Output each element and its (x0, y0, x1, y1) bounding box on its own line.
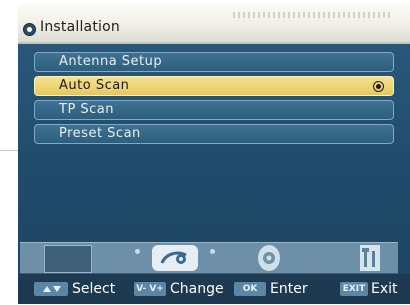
menu-item-antenna-setup[interactable]: Antenna Setup (34, 52, 394, 72)
title-bar: Installation (18, 4, 410, 44)
updown-arrows-graphic (43, 286, 61, 292)
menu-title: Installation (40, 19, 120, 35)
title-decoration (233, 12, 393, 18)
dot-separator (135, 249, 140, 254)
exit-key: EXIT (340, 282, 368, 296)
category-icon-bar (20, 242, 398, 274)
enter-hint: Enter (270, 281, 308, 297)
button-hint-footer: Select V- V+ Change OK Enter EXIT Exit (18, 274, 410, 304)
tools-icon[interactable] (360, 245, 380, 271)
select-updown-icon (34, 282, 68, 296)
menu-item-label: Antenna Setup (59, 54, 163, 69)
menu-item-label: Preset Scan (59, 126, 141, 141)
menu-list: Antenna Setup Auto Scan TP Scan Preset S… (34, 52, 394, 148)
exit-hint: Exit (371, 281, 398, 297)
tv-icon[interactable] (44, 245, 92, 273)
gear-graphic (263, 252, 275, 264)
selected-radio-icon (373, 81, 384, 92)
tools-graphic (362, 248, 375, 267)
menu-item-label: TP Scan (59, 102, 115, 117)
menu-item-label: Auto Scan (59, 78, 130, 93)
satellite-icon[interactable] (152, 245, 198, 271)
ok-key: OK (234, 282, 266, 296)
satellite-graphic (160, 251, 187, 264)
select-hint: Select (72, 281, 116, 297)
change-hint: Change (170, 281, 224, 297)
gear-icon[interactable] (258, 245, 280, 271)
menu-item-auto-scan[interactable]: Auto Scan (34, 76, 394, 96)
menu-item-preset-scan[interactable]: Preset Scan (34, 124, 394, 144)
menu-item-tp-scan[interactable]: TP Scan (34, 100, 394, 120)
volume-change-key: V- V+ (134, 282, 166, 296)
dot-separator (210, 249, 215, 254)
menu-bullet-icon (23, 23, 36, 36)
tv-menu-screen: Installation Antenna Setup Auto Scan TP … (18, 4, 410, 304)
